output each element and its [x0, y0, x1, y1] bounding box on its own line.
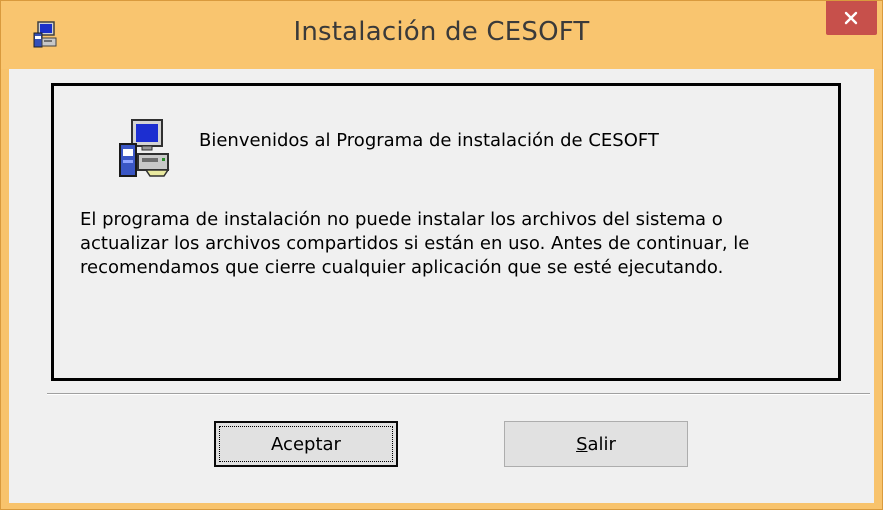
welcome-panel: Bienvenidos al Programa de instalación d… — [51, 83, 841, 381]
exit-mnemonic: S — [576, 433, 588, 455]
message-line: El programa de instalación no puede inst… — [80, 209, 723, 230]
window-title: Instalación de CESOFT — [293, 17, 590, 47]
installer-window: Instalación de CESOFT Bienvenidos al Pro… — [0, 0, 883, 510]
exit-button-label: Salir — [576, 434, 616, 455]
message-line: actualizar los archivos compartidos si e… — [80, 233, 750, 254]
message-line: recomendamos que cierre cualquier aplica… — [80, 257, 724, 278]
separator-highlight — [47, 394, 870, 395]
install-message: El programa de instalación no puede inst… — [80, 208, 820, 280]
title-bar[interactable]: Instalación de CESOFT — [1, 1, 882, 69]
welcome-heading: Bienvenidos al Programa de instalación d… — [199, 130, 659, 151]
dialog-client-area: Bienvenidos al Programa de instalación d… — [9, 69, 874, 503]
exit-label-rest: alir — [587, 433, 616, 455]
accept-button[interactable]: Aceptar — [214, 421, 398, 467]
exit-button[interactable]: Salir — [504, 421, 688, 467]
setup-computer-icon — [119, 119, 170, 177]
close-icon — [844, 11, 858, 25]
close-button[interactable] — [826, 1, 877, 35]
focus-rectangle — [219, 426, 393, 462]
